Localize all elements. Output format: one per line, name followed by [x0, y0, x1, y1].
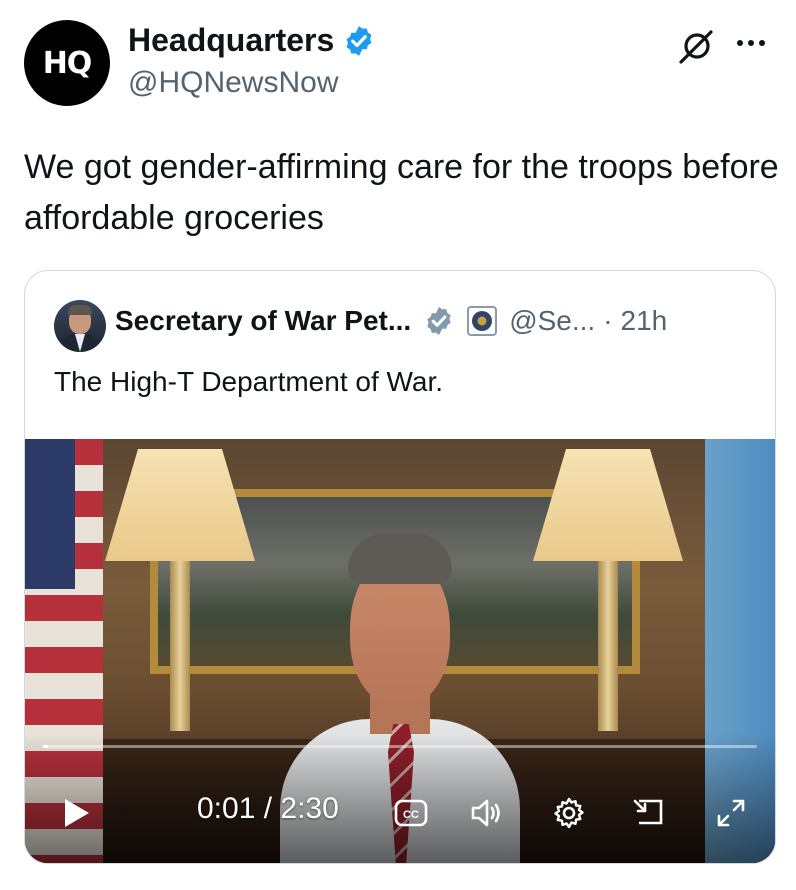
quoted-author-row: Secretary of War Pet... @Se... · 21h: [115, 305, 667, 337]
cc-label: CC: [403, 809, 419, 821]
tweet-text: We got gender-affirming care for the tro…: [24, 148, 779, 237]
quoted-tweet-card[interactable]: Secretary of War Pet... @Se... · 21h The…: [24, 270, 776, 864]
quoted-author-avatar[interactable]: [54, 300, 106, 352]
verified-badge-icon: [346, 25, 372, 56]
picture-in-picture-icon[interactable]: [631, 795, 667, 831]
volume-icon[interactable]: [468, 795, 504, 831]
video-lamp-left-base: [170, 561, 190, 731]
avatar-text: HQ: [42, 45, 93, 81]
quoted-author-display-name[interactable]: Secretary of War Pet...: [115, 305, 411, 337]
quoted-timestamp[interactable]: 21h: [621, 305, 668, 337]
dod-seal-icon: [467, 306, 498, 336]
video-progress-fill: [43, 745, 48, 748]
video-lamp-right-base: [598, 561, 618, 731]
author-handle[interactable]: @HQNewsNow: [128, 66, 338, 100]
play-icon[interactable]: [63, 797, 91, 829]
grok-icon[interactable]: [675, 24, 719, 68]
video-progress-bar[interactable]: [43, 745, 757, 748]
fullscreen-icon[interactable]: [713, 795, 749, 831]
avatar[interactable]: HQ: [24, 20, 110, 106]
author-display-name[interactable]: Headquarters: [128, 22, 334, 59]
author-row: Headquarters: [128, 22, 376, 59]
separator-dot: ·: [603, 305, 613, 336]
cc-icon[interactable]: CC: [393, 795, 429, 831]
verified-gray-badge-icon: [427, 307, 451, 335]
quoted-author-handle[interactable]: @Se...: [509, 305, 595, 337]
more-icon[interactable]: [737, 40, 765, 46]
video-time: 0:01 / 2:30: [197, 792, 339, 825]
quoted-tweet-text: The High-T Department of War.: [54, 366, 444, 397]
video-player[interactable]: 0:01 / 2:30 CC: [25, 439, 775, 863]
gear-icon[interactable]: [551, 795, 587, 831]
